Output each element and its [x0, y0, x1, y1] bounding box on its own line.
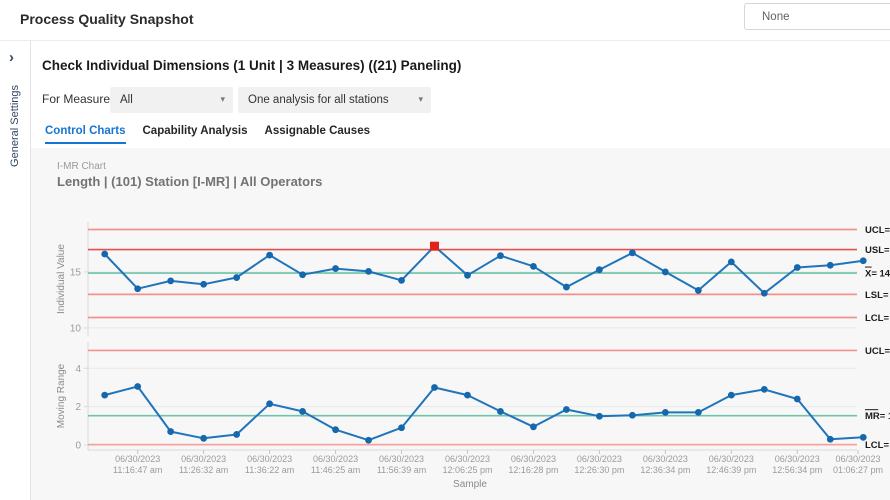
app-header: Process Quality Snapshot None: [0, 0, 890, 41]
tab-capability-analysis[interactable]: Capability Analysis: [143, 125, 248, 144]
svg-text:06/30/2023: 06/30/2023: [379, 454, 424, 464]
svg-text:06/30/2023: 06/30/2023: [577, 454, 622, 464]
svg-text:Moving Range: Moving Range: [56, 363, 67, 428]
svg-text:12:16:28 pm: 12:16:28 pm: [508, 465, 558, 475]
svg-text:Sample: Sample: [453, 479, 487, 490]
tab-control-charts[interactable]: Control Charts: [45, 125, 126, 144]
expand-chevron-icon[interactable]: ›: [9, 49, 14, 66]
svg-text:06/30/2023: 06/30/2023: [181, 454, 226, 464]
chart-type-label: I-MR Chart: [57, 161, 106, 172]
chevron-down-icon: ▾: [418, 94, 423, 105]
content-header: Check Individual Dimensions (1 Unit | 3 …: [31, 41, 890, 148]
svg-text:12:56:34 pm: 12:56:34 pm: [772, 465, 822, 475]
none-dropdown-value: None: [762, 11, 790, 23]
svg-text:06/30/2023: 06/30/2023: [709, 454, 754, 464]
svg-text:10: 10: [70, 323, 82, 334]
svg-text:06/30/2023: 06/30/2023: [445, 454, 490, 464]
app-title: Process Quality Snapshot: [20, 11, 194, 27]
svg-text:11:26:32 am: 11:26:32 am: [179, 465, 228, 475]
svg-text:06/30/2023: 06/30/2023: [835, 454, 880, 464]
svg-text:LCL=: LCL=: [865, 313, 889, 324]
general-settings-sidebar: › General Settings: [0, 41, 31, 500]
svg-text:MR= 1: MR= 1: [865, 411, 890, 422]
svg-text:LCL=: LCL=: [865, 440, 889, 451]
analysis-dropdown-value: One analysis for all stations: [248, 94, 389, 106]
svg-text:USL=: USL=: [865, 245, 890, 256]
svg-text:06/30/2023: 06/30/2023: [511, 454, 556, 464]
svg-text:X= 14: X= 14: [865, 269, 890, 280]
svg-text:06/30/2023: 06/30/2023: [247, 454, 292, 464]
tab-assignable-causes[interactable]: Assignable Causes: [265, 125, 370, 144]
chart-title: Length | (101) Station [I-MR] | All Oper…: [57, 174, 322, 189]
svg-text:01:06:27 pm: 01:06:27 pm: [833, 465, 883, 475]
control-charts-panel: I-MR Chart Length | (101) Station [I-MR]…: [31, 148, 890, 500]
svg-text:06/30/2023: 06/30/2023: [775, 454, 820, 464]
page-title: Check Individual Dimensions (1 Unit | 3 …: [42, 58, 461, 73]
svg-text:11:46:25 am: 11:46:25 am: [311, 465, 360, 475]
svg-text:12:06:25 pm: 12:06:25 pm: [442, 465, 492, 475]
svg-text:06/30/2023: 06/30/2023: [643, 454, 688, 464]
svg-text:06/30/2023: 06/30/2023: [115, 454, 160, 464]
svg-text:12:46:39 pm: 12:46:39 pm: [706, 465, 756, 475]
svg-text:Individual Value: Individual Value: [56, 244, 67, 314]
measure-dropdown-value: All: [120, 94, 133, 106]
process-quality-app: Process Quality Snapshot None › General …: [0, 0, 890, 500]
svg-text:06/30/2023: 06/30/2023: [313, 454, 358, 464]
svg-text:15: 15: [70, 267, 82, 278]
svg-text:0: 0: [75, 441, 81, 452]
none-dropdown[interactable]: None: [744, 3, 890, 30]
analysis-dropdown[interactable]: One analysis for all stations ▾: [238, 87, 431, 113]
svg-text:4: 4: [75, 364, 81, 375]
for-measure-label: For Measure:: [42, 92, 113, 106]
svg-text:11:56:39 am: 11:56:39 am: [377, 465, 426, 475]
svg-text:LSL=: LSL=: [865, 290, 889, 301]
measure-dropdown[interactable]: All ▾: [110, 87, 233, 113]
svg-text:UCL=: UCL=: [865, 225, 890, 236]
svg-text:UCL=: UCL=: [865, 346, 890, 357]
chevron-down-icon: ▾: [220, 94, 225, 105]
svg-text:2: 2: [75, 402, 81, 413]
imr-chart-canvas: 10 15Individual Value UCL= USL= X= 14 LSL= LCL…: [31, 148, 890, 500]
svg-text:11:16:47 am: 11:16:47 am: [113, 465, 162, 475]
sidebar-vertical-label[interactable]: General Settings: [9, 85, 21, 167]
svg-text:12:26:30 pm: 12:26:30 pm: [574, 465, 624, 475]
svg-text:12:36:34 pm: 12:36:34 pm: [640, 465, 690, 475]
tab-bar: Control Charts Capability Analysis Assig…: [45, 125, 370, 144]
svg-text:11:36:22 am: 11:36:22 am: [245, 465, 294, 475]
